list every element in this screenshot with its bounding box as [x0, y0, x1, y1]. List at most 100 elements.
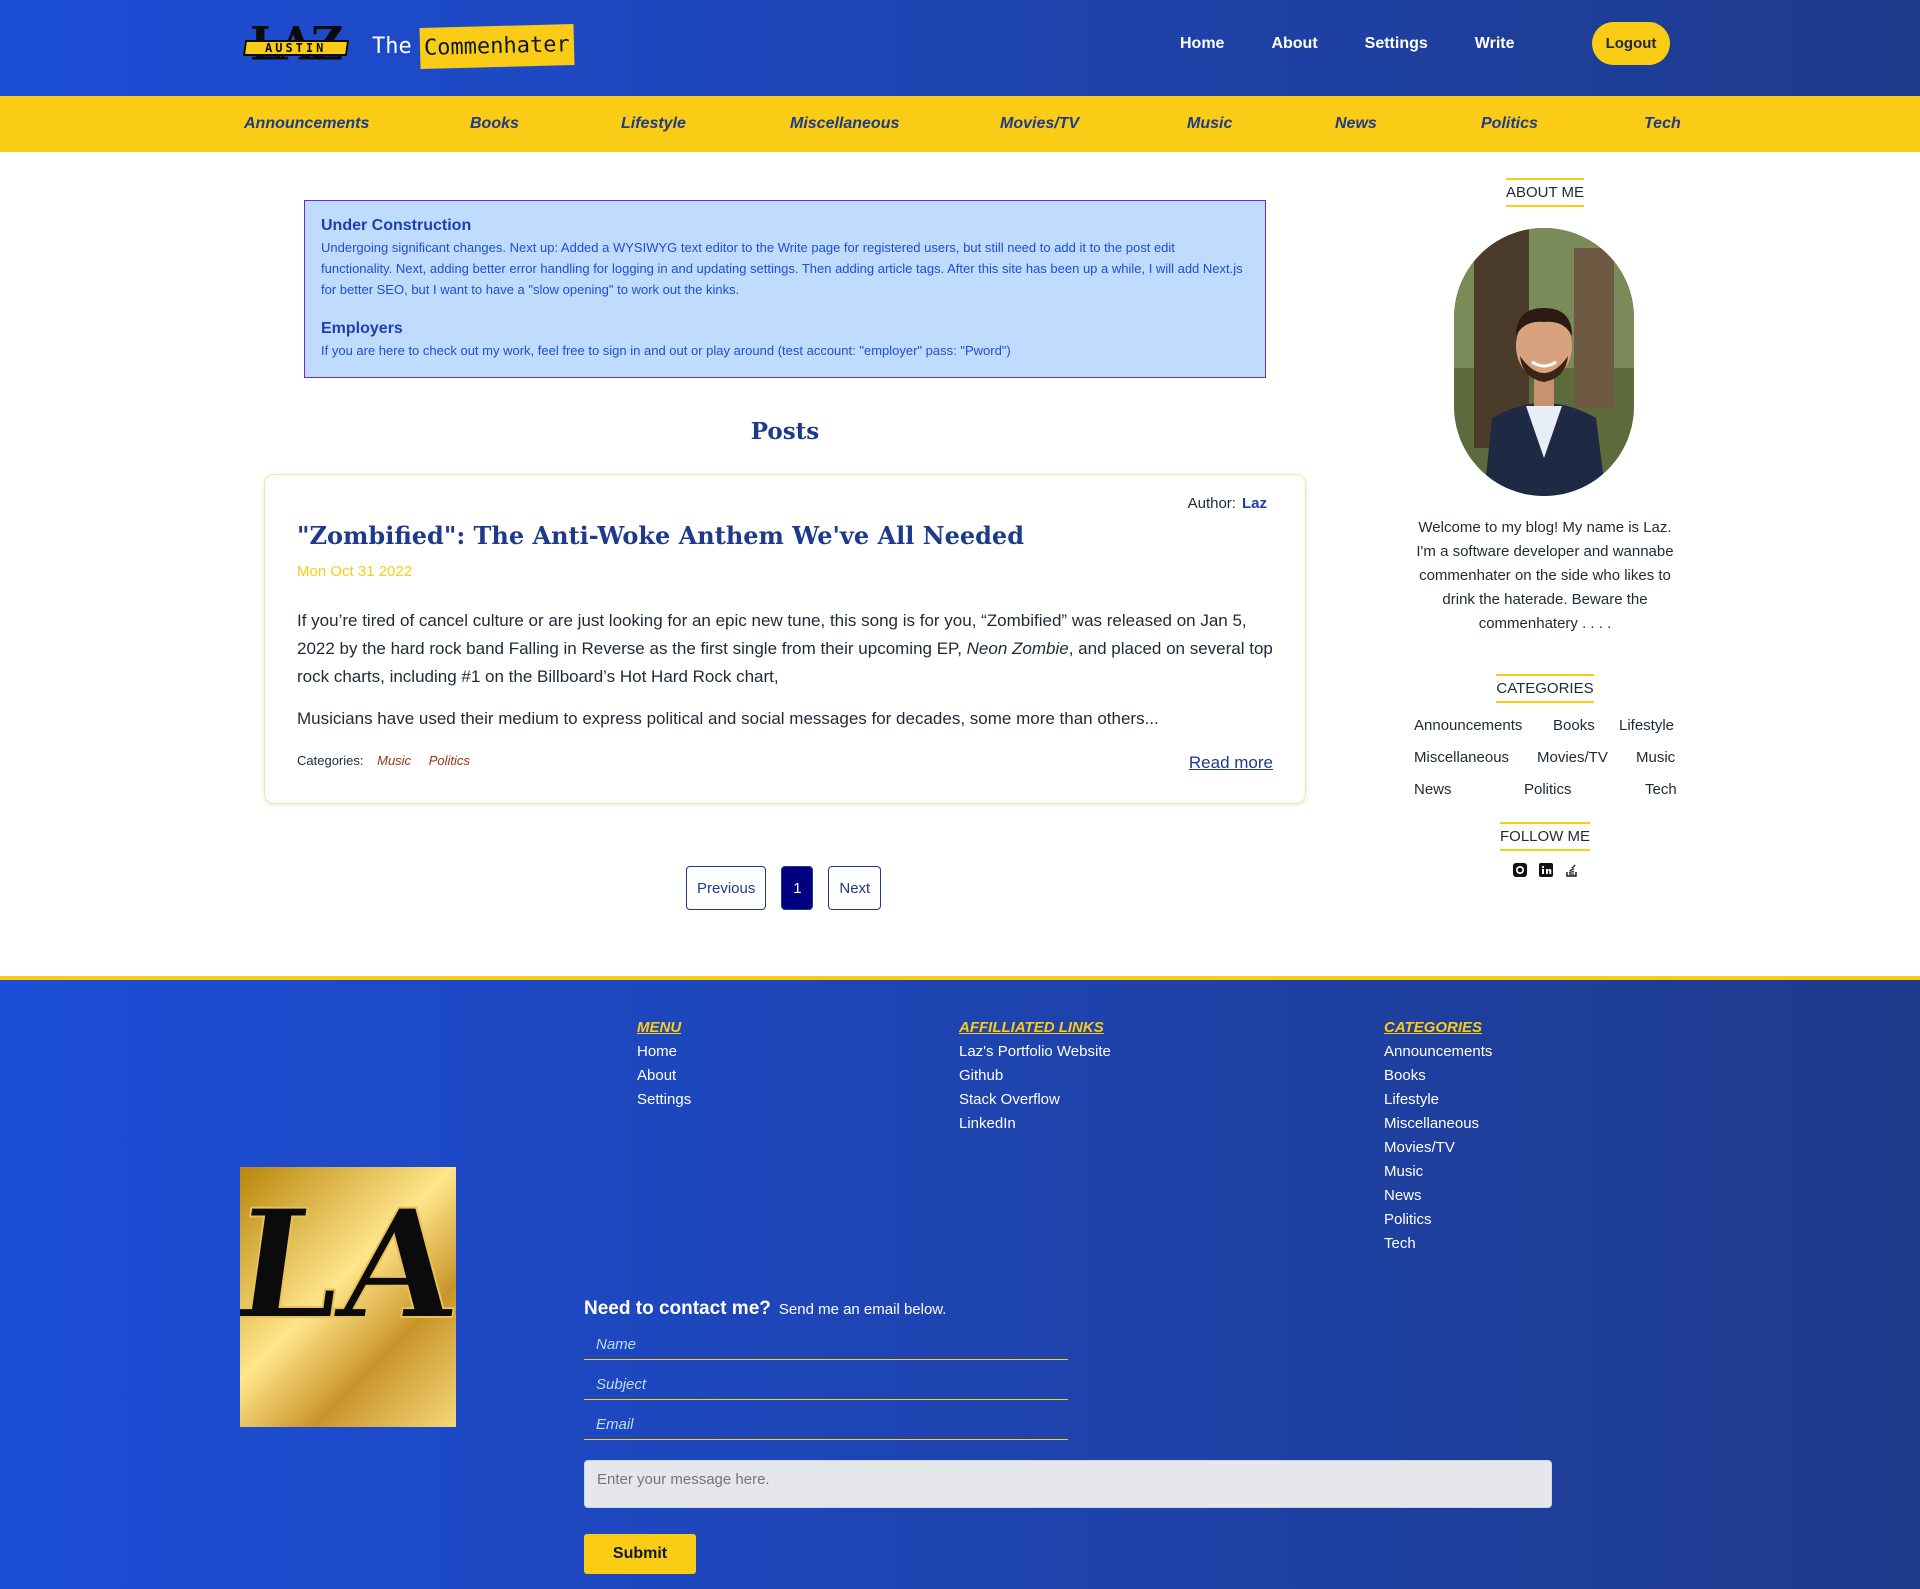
footer-link-stack-overflow[interactable]: Stack Overflow	[959, 1088, 1111, 1112]
linkedin-icon[interactable]	[1538, 862, 1554, 878]
catbar-books[interactable]: Books	[470, 96, 519, 152]
footer-category-books[interactable]: Books	[1384, 1064, 1492, 1088]
footer-categories-heading: CATEGORIES	[1384, 1019, 1483, 1036]
contact-subject-input[interactable]	[584, 1370, 1068, 1400]
catbar-lifestyle[interactable]: Lifestyle	[621, 96, 686, 152]
footer-link-home[interactable]: Home	[637, 1040, 691, 1064]
catbar-tech[interactable]: Tech	[1644, 96, 1681, 152]
catbar-politics[interactable]: Politics	[1481, 96, 1538, 152]
post-categories-label: Categories:	[297, 753, 364, 768]
sidebar-category-music[interactable]: Music	[1636, 749, 1675, 766]
footer-link-portfolio[interactable]: Laz's Portfolio Website	[959, 1040, 1111, 1064]
footer-categories: CATEGORIES Announcements Books Lifestyle…	[1384, 1016, 1492, 1256]
footer-logo-mark: LAZ	[223, 1175, 581, 1354]
footer-link-about[interactable]: About	[637, 1064, 691, 1088]
sidebar-category-movies-tv[interactable]: Movies/TV	[1537, 749, 1608, 766]
read-more-link[interactable]: Read more	[1189, 753, 1273, 773]
nav-home[interactable]: Home	[1180, 28, 1224, 60]
sidebar-category-news[interactable]: News	[1414, 781, 1452, 798]
notice-title-employers: Employers	[321, 320, 403, 337]
github-icon[interactable]	[1512, 862, 1528, 878]
follow-me-heading: FOLLOW ME	[1474, 822, 1616, 851]
catbar-music[interactable]: Music	[1187, 96, 1232, 152]
footer-link-github[interactable]: Github	[959, 1064, 1111, 1088]
sidebar-category-lifestyle[interactable]: Lifestyle	[1619, 717, 1674, 734]
footer-category-tech[interactable]: Tech	[1384, 1232, 1492, 1256]
follow-me-heading-text: FOLLOW ME	[1499, 822, 1590, 851]
post-card: Author: Laz "Zombified": The Anti-Woke An…	[264, 474, 1306, 804]
footer-link-linkedin[interactable]: LinkedIn	[959, 1112, 1111, 1136]
footer-affiliated-links: AFFILLIATED LINKS Laz's Portfolio Websit…	[959, 1016, 1111, 1136]
footer-links-heading: AFFILLIATED LINKS	[959, 1019, 1104, 1036]
footer-menu-heading: MENU	[637, 1019, 682, 1036]
footer-logo: LAZ	[223, 1167, 581, 1427]
page-1-button[interactable]: 1	[781, 866, 814, 910]
sidebar-category-miscellaneous[interactable]: Miscellaneous	[1414, 749, 1509, 766]
previous-button[interactable]: Previous	[686, 866, 767, 910]
social-icons	[1512, 862, 1590, 878]
site-logo[interactable]: LAZ AUSTIN	[242, 18, 352, 72]
catbar-news[interactable]: News	[1335, 96, 1377, 152]
pagination: Previous 1 Next	[686, 866, 896, 910]
post-category-politics[interactable]: Politics	[429, 753, 470, 768]
contact-email-input[interactable]	[584, 1410, 1068, 1440]
logo-ribbon-text: AUSTIN	[265, 41, 327, 55]
contact-name-input[interactable]	[584, 1330, 1068, 1360]
footer-category-politics[interactable]: Politics	[1384, 1208, 1492, 1232]
about-me-heading: ABOUT ME	[1474, 178, 1616, 207]
site-header: LAZ AUSTIN The Commenhater Home About Se…	[0, 0, 1920, 96]
sidebar-category-announcements[interactable]: Announcements	[1414, 717, 1522, 734]
contact-heading: Need to contact me?	[584, 1298, 771, 1319]
logo-ribbon: AUSTIN	[242, 40, 350, 56]
footer-logo-text: LAZ	[240, 1176, 456, 1353]
categories-heading-text: CATEGORIES	[1496, 674, 1594, 703]
nav-settings[interactable]: Settings	[1365, 28, 1428, 60]
catbar-announcements[interactable]: Announcements	[244, 96, 369, 152]
post-excerpt-second: Musicians have used their medium to expr…	[297, 709, 1159, 728]
sidebar-category-politics[interactable]: Politics	[1524, 781, 1572, 798]
nav-write[interactable]: Write	[1475, 28, 1515, 60]
avatar	[1454, 228, 1634, 496]
site-title[interactable]: The Commenhater	[372, 22, 574, 70]
category-bar: Announcements Books Lifestyle Miscellane…	[0, 96, 1920, 152]
nav-about[interactable]: About	[1271, 28, 1317, 60]
post-excerpt: If you’re tired of cancel culture or are…	[297, 607, 1282, 691]
posts-heading: Posts	[750, 418, 820, 445]
post-categories: Categories: Music Politics	[297, 753, 484, 768]
author-label: Author:	[1187, 495, 1236, 512]
post-excerpt-emphasis: Neon Zombie	[966, 639, 1069, 658]
site-footer: MENU Home About Settings AFFILLIATED LIN…	[0, 976, 1920, 1589]
footer-category-miscellaneous[interactable]: Miscellaneous	[1384, 1112, 1492, 1136]
avatar-photo	[1454, 228, 1634, 496]
sidebar-category-tech[interactable]: Tech	[1645, 781, 1677, 798]
contact-subheading: Send me an email below.	[778, 1301, 947, 1318]
footer-link-settings[interactable]: Settings	[637, 1088, 691, 1112]
post-date: Mon Oct 31 2022	[297, 563, 413, 580]
contact-message-textarea[interactable]	[584, 1460, 1552, 1508]
post-category-music[interactable]: Music	[377, 753, 411, 768]
post-author: Author: Laz	[1188, 495, 1267, 512]
footer-category-movies-tv[interactable]: Movies/TV	[1384, 1136, 1492, 1160]
footer-category-announcements[interactable]: Announcements	[1384, 1040, 1492, 1064]
notice-title-construction: Under Construction	[321, 217, 472, 234]
about-me-bio: Welcome to my blog! My name is Laz. I'm …	[1416, 519, 1674, 632]
notice-box: Under Construction Undergoing significan…	[304, 200, 1266, 378]
logout-button[interactable]: Logout	[1592, 22, 1670, 65]
footer-category-news[interactable]: News	[1384, 1184, 1492, 1208]
author-link[interactable]: Laz	[1242, 495, 1267, 512]
post-title[interactable]: "Zombified": The Anti-Woke Anthem We've …	[297, 521, 1024, 550]
catbar-movies-tv[interactable]: Movies/TV	[1000, 96, 1079, 152]
sidebar-category-books[interactable]: Books	[1553, 717, 1595, 734]
notice-text-construction: Undergoing significant changes. Next up:…	[321, 240, 1243, 297]
footer-category-lifestyle[interactable]: Lifestyle	[1384, 1088, 1492, 1112]
next-button[interactable]: Next	[828, 866, 882, 910]
site-title-prefix: The	[372, 33, 412, 59]
top-nav: Home About Settings Write	[1180, 28, 1515, 60]
stack-overflow-icon[interactable]	[1564, 862, 1580, 878]
about-me-heading-text: ABOUT ME	[1505, 178, 1585, 207]
submit-button[interactable]: Submit	[584, 1534, 696, 1574]
categories-heading: CATEGORIES	[1474, 674, 1616, 703]
catbar-miscellaneous[interactable]: Miscellaneous	[790, 96, 899, 152]
footer-category-music[interactable]: Music	[1384, 1160, 1492, 1184]
notice-text-employers: If you are here to check out my work, fe…	[321, 343, 1011, 358]
